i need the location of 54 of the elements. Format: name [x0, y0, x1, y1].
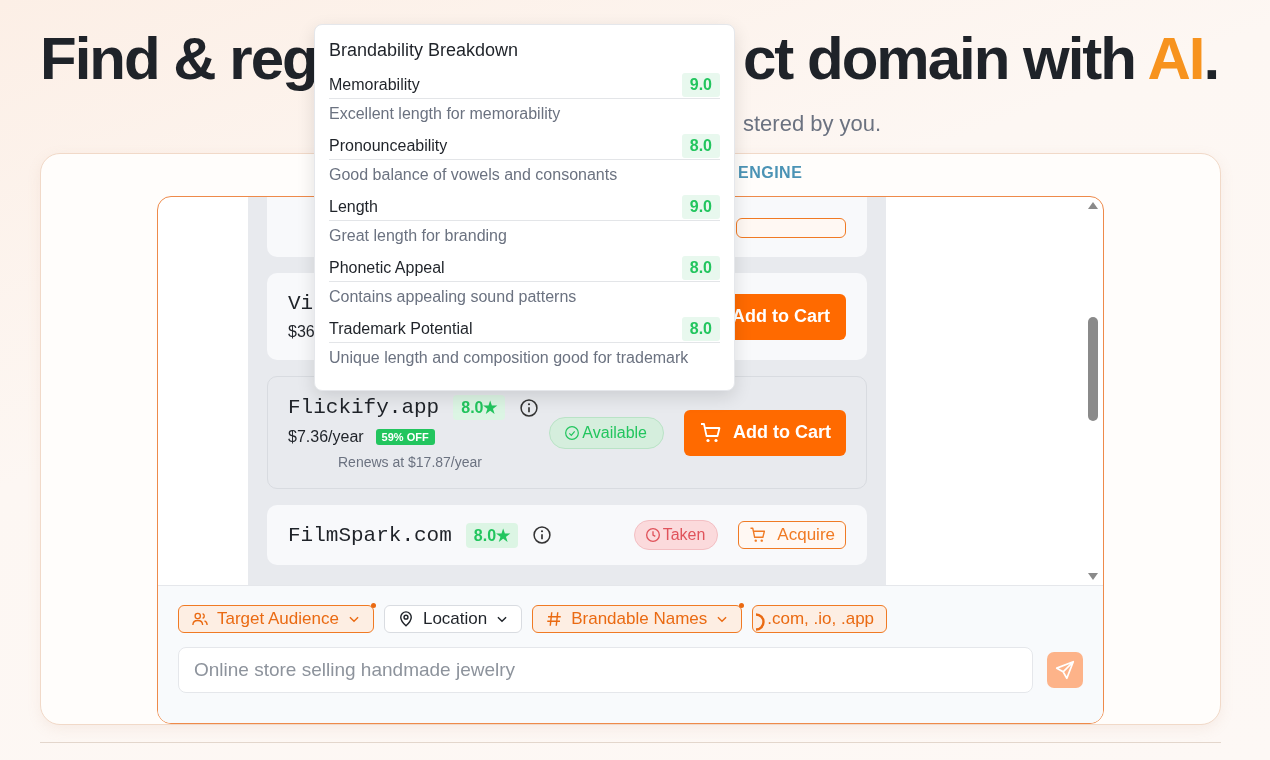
- metric-label: Length: [329, 198, 378, 216]
- prompt-field[interactable]: Online store selling handmade jewelry: [178, 647, 1034, 693]
- metric-note: Contains appealing sound patterns: [329, 287, 578, 307]
- score-badge: 9.0: [681, 73, 720, 97]
- send-icon: [1054, 659, 1076, 681]
- headline-text: ct domain with AI.: [743, 24, 1220, 94]
- filter-chip[interactable]: Brandable Names: [532, 605, 743, 633]
- score-badge: 8.0: [681, 134, 720, 158]
- acquire-button[interactable]: Acquire: [738, 521, 846, 549]
- cart-icon: [749, 526, 768, 544]
- indicator-dot: [739, 603, 745, 608]
- send-button[interactable]: [1047, 652, 1083, 688]
- scroll-down-icon: [1088, 573, 1098, 581]
- renewal-price: Renews at $17.87/year: [337, 454, 483, 470]
- domain-name: FilmSpark.com: [288, 523, 452, 547]
- status-pill: Taken: [633, 520, 719, 550]
- clock-icon: [644, 527, 661, 543]
- status-pill: Available: [549, 416, 664, 449]
- metric-label: Pronounceability: [329, 137, 448, 155]
- indicator-dot: [370, 603, 376, 608]
- filter-chip[interactable]: Target Audience: [178, 605, 374, 633]
- metric-note: Excellent length for memorability: [329, 104, 562, 124]
- domain-name: Flickify.app: [288, 396, 440, 419]
- cart-icon: [699, 420, 723, 445]
- hash-icon: [545, 610, 564, 628]
- scroll-up-icon: [1088, 201, 1098, 209]
- domain-name: Vi: [288, 292, 314, 315]
- metric-note: Unique length and composition good for trademark: [329, 348, 690, 368]
- score-badge: 8.0: [681, 256, 720, 280]
- metric-note: Great length for branding: [329, 226, 508, 246]
- add-to-cart-button[interactable]: Add to Cart: [684, 409, 846, 456]
- metric-label: Phonetic Appeal: [329, 259, 445, 277]
- subtitle: stered by you.: [743, 110, 883, 138]
- acquire-button[interactable]: [736, 218, 846, 238]
- score-badge: 8.0: [681, 317, 720, 341]
- rating-badge: 8.0★: [453, 395, 506, 420]
- info-icon: [519, 397, 540, 418]
- score-badge: 9.0: [681, 195, 720, 219]
- price: $36: [288, 323, 315, 341]
- section-label: ENGINE: [738, 164, 803, 181]
- filter-chip[interactable]: .com, .io, .app: [752, 605, 888, 633]
- check-circle-icon: [564, 424, 581, 441]
- people-icon: [191, 610, 209, 628]
- rating-badge: 8.0★: [465, 522, 519, 548]
- price: $7.36/year: [288, 428, 364, 446]
- info-icon: [532, 525, 553, 545]
- scrollbar-thumb[interactable]: [1088, 317, 1098, 421]
- popup-title: Brandability Breakdown: [329, 40, 520, 61]
- metric-note: Good balance of vowels and consonants: [329, 165, 619, 185]
- metric-label: Memorability: [329, 76, 420, 94]
- metric-label: Trademark Potential: [329, 320, 473, 338]
- discount-badge: 59% OFF: [375, 429, 435, 445]
- headline-text: Find & reg: [40, 24, 314, 94]
- filter-chip[interactable]: Location: [383, 605, 523, 633]
